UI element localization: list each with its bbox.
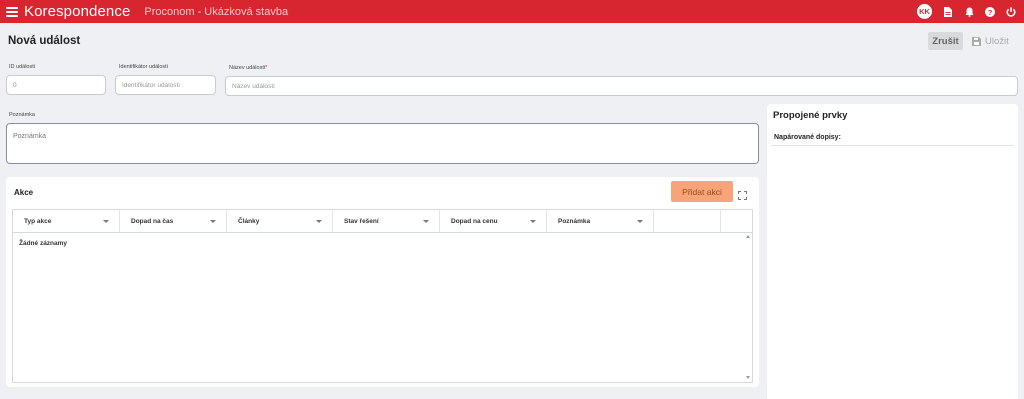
name-label: Název události* (229, 65, 268, 71)
related-title: Propojené prvky (773, 110, 848, 121)
note-label: Poznámka (9, 112, 35, 118)
svg-text:?: ? (988, 7, 993, 16)
column-header-empty (654, 210, 721, 232)
column-header[interactable]: Stav řešení (333, 210, 440, 232)
column-header[interactable]: Dopad na čas (120, 210, 227, 232)
sort-caret-icon[interactable] (103, 219, 109, 223)
identifier-input[interactable]: Identifikátor události (115, 75, 216, 95)
header-actions: KK ? (917, 0, 1016, 23)
sort-caret-icon[interactable] (637, 219, 643, 223)
help-icon[interactable]: ? (985, 6, 995, 17)
column-header[interactable]: Poznámka (547, 210, 654, 232)
sort-caret-icon[interactable] (530, 219, 536, 223)
paired-letters-label: Napárované dopisy: (774, 134, 841, 141)
table-header: Typ akce Dopad na čas Články Stav řešení… (13, 210, 752, 233)
save-button[interactable]: Uložit (972, 32, 1016, 50)
akce-title: Akce (14, 188, 34, 197)
avatar[interactable]: KK (917, 4, 932, 19)
sort-caret-icon[interactable] (423, 219, 429, 223)
divider (771, 145, 1014, 146)
name-input[interactable]: Název události (225, 76, 1018, 96)
sort-caret-icon[interactable] (210, 219, 216, 223)
related-panel (767, 104, 1018, 399)
empty-state: Žádné záznamy (19, 240, 68, 247)
scroll-up-icon[interactable] (746, 235, 750, 238)
id-field[interactable]: 0 (6, 75, 106, 95)
bell-icon[interactable] (964, 7, 974, 17)
column-header[interactable]: Dopad na cenu (440, 210, 547, 232)
column-header[interactable]: Články (227, 210, 333, 232)
logout-icon[interactable] (1006, 6, 1016, 17)
column-header[interactable]: Typ akce (13, 210, 120, 232)
page-title: Nová událost (8, 35, 81, 47)
cancel-button[interactable]: Zrušit (928, 32, 963, 50)
actions-table: Typ akce Dopad na čas Články Stav řešení… (12, 209, 753, 383)
floppy-icon (972, 36, 981, 46)
fullscreen-icon[interactable] (738, 187, 747, 200)
scroll-down-icon[interactable] (746, 376, 750, 379)
save-label: Uložit (985, 35, 1009, 47)
menu-icon[interactable] (6, 6, 18, 17)
app-title: Korespondence (24, 3, 131, 20)
id-label: ID události (9, 64, 35, 70)
project-name[interactable]: Proconom - Ukázková stavba (144, 6, 288, 18)
document-icon[interactable] (943, 6, 953, 17)
add-action-button[interactable]: Přidat akci (671, 181, 733, 202)
note-textarea[interactable]: Poznámka (6, 123, 759, 164)
sort-caret-icon[interactable] (316, 219, 322, 223)
column-header-actions (721, 210, 752, 232)
app-header: Korespondence Proconom - Ukázková stavba… (0, 0, 1024, 23)
identifier-label: Identifikátor události (119, 64, 168, 70)
